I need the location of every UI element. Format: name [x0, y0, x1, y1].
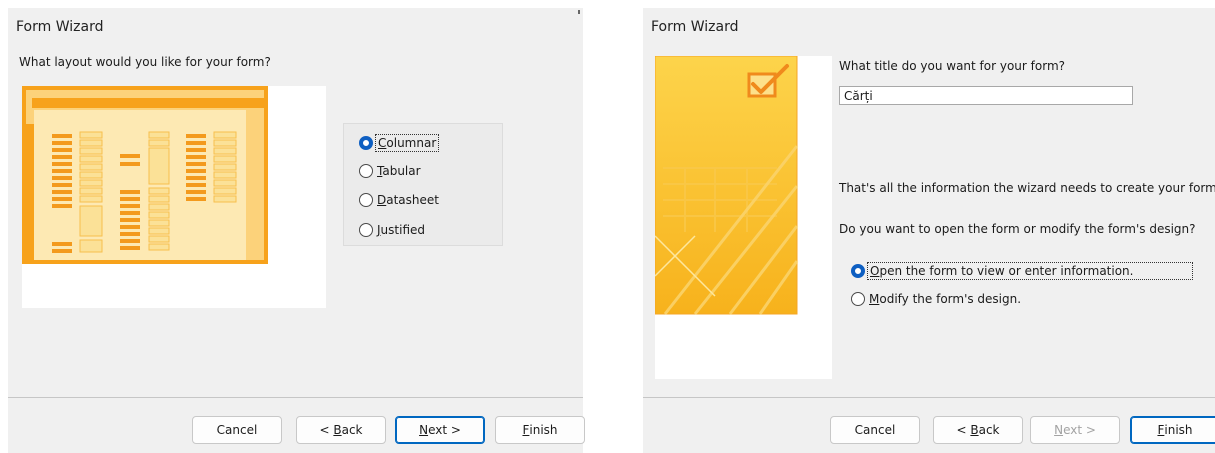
radio-unchecked-icon [851, 292, 865, 306]
form-wizard-finish-dialog: Form Wizard What title do you want for y… [643, 8, 1215, 453]
radio-open-form-label: Open the form to view or enter informati… [867, 262, 1193, 280]
radio-open-form[interactable]: Open the form to view or enter informati… [851, 262, 1193, 280]
cancel-button[interactable]: Cancel [830, 416, 920, 444]
radio-unchecked-icon [359, 223, 373, 237]
radio-modify-design-label: Modify the form's design. [869, 292, 1022, 306]
dialog-title: Form Wizard [16, 19, 104, 35]
layout-question: What layout would you like for your form… [19, 55, 271, 69]
layout-options-group: Columnar Tabular Datasheet Justified [343, 123, 503, 246]
cancel-button[interactable]: Cancel [192, 416, 282, 444]
wizard-art-panel [654, 55, 832, 379]
wizard-illustration [654, 55, 799, 315]
radio-columnar[interactable]: Columnar [359, 134, 440, 152]
button-separator [643, 397, 1215, 398]
next-button[interactable]: Next > [395, 416, 485, 444]
next-button-disabled[interactable]: Next > [1030, 416, 1120, 444]
radio-datasheet[interactable]: Datasheet [359, 191, 439, 209]
finish-button[interactable]: Finish [495, 416, 585, 444]
open-question: Do you want to open the form or modify t… [839, 222, 1196, 236]
back-button[interactable]: < Back [933, 416, 1023, 444]
radio-unchecked-icon [359, 193, 373, 207]
info-text: That's all the information the wizard ne… [839, 181, 1215, 195]
radio-tabular[interactable]: Tabular [359, 162, 421, 180]
radio-checked-icon [359, 136, 373, 150]
dialog-title: Form Wizard [651, 19, 739, 35]
form-wizard-layout-dialog: Form Wizard What layout would you like f… [8, 8, 585, 453]
radio-columnar-label: Columnar [374, 134, 440, 152]
finish-button[interactable]: Finish [1130, 416, 1215, 444]
radio-tabular-label: Tabular [377, 164, 421, 178]
layout-preview-illustration [22, 86, 268, 264]
form-title-input[interactable] [839, 86, 1133, 105]
radio-checked-icon [851, 264, 865, 278]
radio-datasheet-label: Datasheet [377, 193, 439, 207]
layout-preview-pane [22, 86, 326, 308]
title-prompt: What title do you want for your form? [839, 59, 1066, 73]
radio-modify-design[interactable]: Modify the form's design. [851, 290, 1021, 308]
radio-justified[interactable]: Justified [359, 221, 425, 239]
back-button[interactable]: < Back [296, 416, 386, 444]
resize-handle [578, 10, 580, 14]
radio-unchecked-icon [359, 164, 373, 178]
button-separator [8, 397, 583, 398]
radio-justified-label: Justified [377, 223, 426, 237]
